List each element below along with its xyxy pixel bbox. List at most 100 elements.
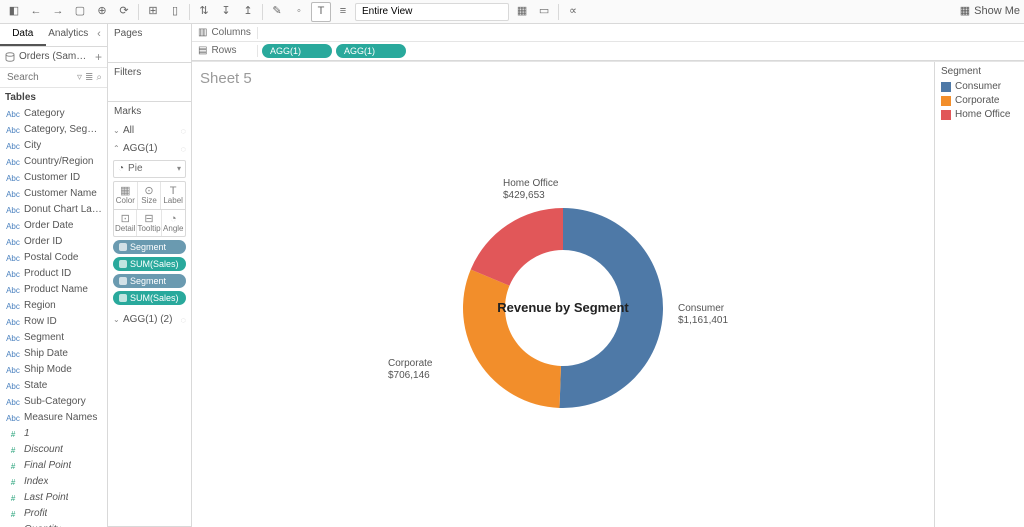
tab-analytics[interactable]: Analytics: [46, 24, 92, 46]
field-item[interactable]: AbcShip Mode: [0, 362, 107, 378]
field-item[interactable]: AbcCountry/Region: [0, 154, 107, 170]
field-item[interactable]: #Last Point: [0, 490, 107, 506]
find-icon[interactable]: ⌕: [96, 72, 102, 84]
shelf-pill[interactable]: AGG(1): [336, 44, 406, 58]
donut-slice[interactable]: [463, 269, 561, 407]
clear-icon[interactable]: ▯: [165, 2, 185, 22]
legend-label: Consumer: [955, 81, 1001, 93]
field-item[interactable]: AbcOrder Date: [0, 218, 107, 234]
marks-all-label: All: [123, 125, 134, 137]
mark-tooltip-button[interactable]: ⊟Tooltip: [137, 210, 161, 237]
field-item[interactable]: AbcProduct Name: [0, 282, 107, 298]
field-item[interactable]: AbcCustomer ID: [0, 170, 107, 186]
field-item[interactable]: AbcState: [0, 378, 107, 394]
field-item[interactable]: AbcRegion: [0, 298, 107, 314]
back-icon[interactable]: ←: [26, 2, 46, 22]
sheet-title[interactable]: Sheet 5: [192, 62, 934, 88]
field-item[interactable]: AbcCategory, Segment, Sub-...: [0, 122, 107, 138]
marks-all-row[interactable]: ⌄ All ◌: [113, 122, 186, 140]
field-item[interactable]: AbcShip Date: [0, 346, 107, 362]
columns-shelf[interactable]: ▥Columns: [192, 24, 1024, 42]
menu-icon[interactable]: ◌: [181, 144, 186, 155]
mark-label-button[interactable]: TLabel: [161, 182, 185, 209]
field-item[interactable]: AbcPostal Code: [0, 250, 107, 266]
view-toggle-icon[interactable]: ≣: [85, 72, 93, 84]
new-worksheet-icon[interactable]: ⊞: [143, 2, 163, 22]
show-cards-icon[interactable]: ▦: [512, 2, 532, 22]
fit-dropdown[interactable]: ▾: [355, 3, 503, 21]
field-item[interactable]: AbcCustomer Name: [0, 186, 107, 202]
menu-icon[interactable]: ◌: [181, 126, 186, 137]
mark-pill-segment[interactable]: Segment: [113, 240, 186, 254]
highlight-icon[interactable]: ✎: [267, 2, 287, 22]
mark-pill-sumsales-2[interactable]: SUM(Sales): [113, 291, 186, 305]
field-item[interactable]: AbcSub-Category: [0, 394, 107, 410]
marks-layer1-row[interactable]: ⌃ AGG(1) ◌: [113, 140, 186, 158]
field-item[interactable]: AbcRow ID: [0, 314, 107, 330]
mark-size-button[interactable]: ⊙Size: [138, 182, 162, 209]
marks-layer2-row[interactable]: ⌄ AGG(1) (2) ◌: [113, 311, 186, 329]
donut-slice[interactable]: [471, 208, 563, 286]
share-icon[interactable]: ∝: [563, 2, 583, 22]
menu-icon[interactable]: ◌: [181, 315, 186, 326]
field-item[interactable]: #Final Point: [0, 458, 107, 474]
field-item[interactable]: #Index: [0, 474, 107, 490]
legend-item[interactable]: Home Office: [941, 108, 1018, 122]
forward-icon[interactable]: →: [48, 2, 68, 22]
field-type-icon: Abc: [6, 334, 20, 344]
show-me-button[interactable]: ▦ Show Me: [960, 5, 1020, 18]
refresh-icon[interactable]: ⟳: [114, 2, 134, 22]
datasource-row[interactable]: Orders (Sample - Super... +: [0, 47, 107, 68]
detail-icon: ⊡: [121, 213, 130, 224]
tableau-logo-icon[interactable]: ◧: [4, 2, 24, 22]
fit-select[interactable]: [355, 3, 509, 21]
presentation-icon[interactable]: ▭: [534, 2, 554, 22]
swap-icon[interactable]: ⇅: [194, 2, 214, 22]
legend-item[interactable]: Corporate: [941, 94, 1018, 108]
mark-pill-segment-2[interactable]: Segment: [113, 274, 186, 288]
mark-pill-sumsales[interactable]: SUM(Sales): [113, 257, 186, 271]
filters-shelf[interactable]: Filters: [108, 63, 191, 102]
field-item[interactable]: AbcSegment: [0, 330, 107, 346]
field-item[interactable]: #Quantity: [0, 522, 107, 527]
group-icon[interactable]: ◦: [289, 2, 309, 22]
field-type-icon: Abc: [6, 350, 20, 360]
label-toggle-icon[interactable]: T: [311, 2, 331, 22]
search-input[interactable]: [5, 71, 74, 84]
field-item[interactable]: AbcOrder ID: [0, 234, 107, 250]
filter-icon[interactable]: ▿: [77, 72, 82, 84]
save-icon[interactable]: ▢: [70, 2, 90, 22]
rows-shelf[interactable]: ▤Rows AGG(1)AGG(1): [192, 42, 1024, 60]
field-item[interactable]: AbcProduct ID: [0, 266, 107, 282]
mark-detail-button[interactable]: ⊡Detail: [114, 210, 137, 237]
tab-data[interactable]: Data: [0, 24, 46, 46]
sort-desc-icon[interactable]: ↥: [238, 2, 258, 22]
viz-area[interactable]: Revenue by Segment Consumer$1,161,401Cor…: [192, 88, 934, 527]
format-icon[interactable]: ≡: [333, 2, 353, 22]
shelf-pill[interactable]: AGG(1): [262, 44, 332, 58]
mark-type-select[interactable]: ◔ Pie ▾: [113, 160, 186, 178]
field-item[interactable]: #Discount: [0, 442, 107, 458]
field-item[interactable]: #Profit: [0, 506, 107, 522]
field-label: Product Name: [24, 284, 88, 296]
datasource-icon: [5, 52, 15, 62]
field-item[interactable]: AbcDonut Chart Label: [0, 202, 107, 218]
legend-item[interactable]: Consumer: [941, 80, 1018, 94]
field-item[interactable]: AbcCity: [0, 138, 107, 154]
columns-icon: ▥: [198, 27, 207, 39]
add-datasource-icon[interactable]: +: [95, 50, 102, 64]
separator: [558, 4, 559, 20]
field-label: Region: [24, 300, 56, 312]
field-item[interactable]: #1: [0, 426, 107, 442]
mark-color-button[interactable]: ▦Color: [114, 182, 138, 209]
mark-angle-button[interactable]: ◔Angle: [162, 210, 185, 237]
pages-shelf[interactable]: Pages: [108, 24, 191, 63]
chevron-up-icon: ⌃: [113, 144, 123, 154]
collapse-pane-icon[interactable]: ‹: [91, 24, 107, 46]
field-item[interactable]: AbcCategory: [0, 106, 107, 122]
color-legend[interactable]: Segment ConsumerCorporateHome Office: [934, 62, 1024, 527]
sort-asc-icon[interactable]: ↧: [216, 2, 236, 22]
field-label: Category: [24, 108, 65, 120]
field-item[interactable]: AbcMeasure Names: [0, 410, 107, 426]
new-datasource-icon[interactable]: ⊕: [92, 2, 112, 22]
